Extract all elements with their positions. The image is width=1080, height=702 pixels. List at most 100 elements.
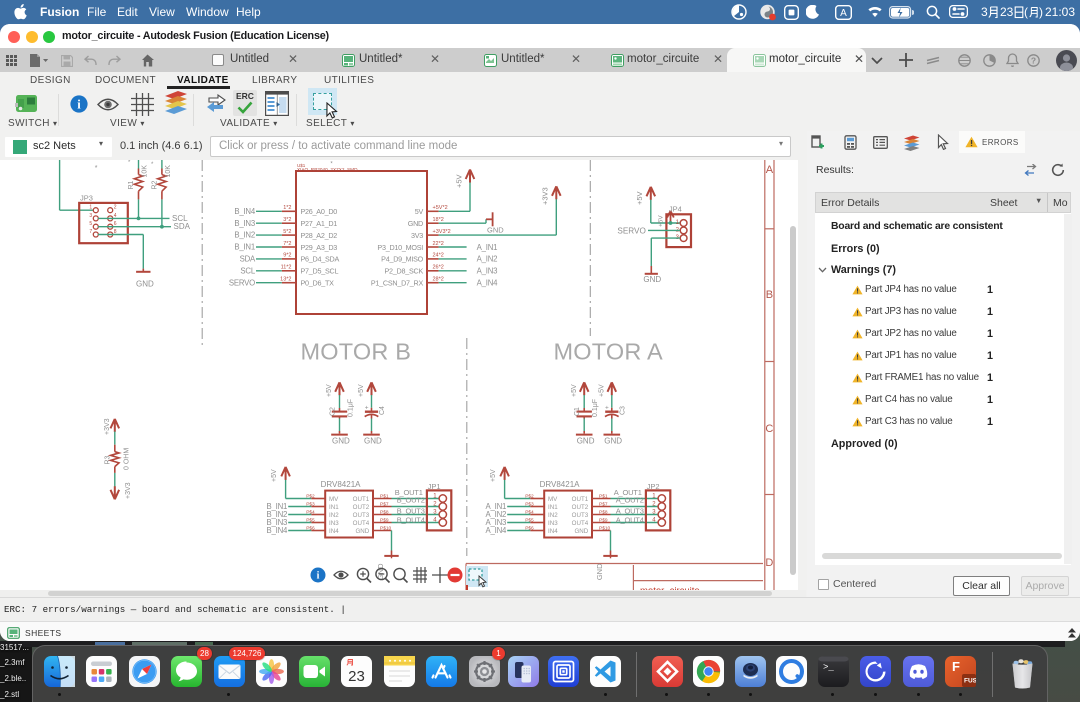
svg-text:B_IN1: B_IN1 [234,243,255,252]
svg-text:SDA: SDA [174,222,191,231]
svg-text:3*2: 3*2 [283,217,291,223]
svg-text:R3: R3 [104,455,111,464]
svg-text:OUT2: OUT2 [572,504,589,511]
svg-text:GND: GND [408,219,423,228]
svg-text:*: * [95,165,98,172]
svg-text:D: D [765,557,773,569]
svg-text:P$10: P$10 [380,525,392,531]
svg-text:P$1: P$1 [380,493,389,499]
svg-text:OUT4: OUT4 [572,520,589,527]
svg-text:B_OUT3: B_OUT3 [397,507,425,516]
svg-text:OUT3: OUT3 [353,512,370,519]
svg-text:GND: GND [332,437,350,446]
svg-text:MV: MV [548,496,558,503]
svg-text:B_OUT2: B_OUT2 [397,496,425,505]
svg-text:*: * [128,160,131,166]
svg-text:+3V3*2: +3V3*2 [433,229,451,235]
svg-text:1: 1 [89,205,92,211]
svg-text:24*2: 24*2 [433,253,444,259]
svg-text:i: i [317,571,320,582]
svg-text:R2: R2 [151,180,158,189]
svg-text:B_OUT4: B_OUT4 [397,515,425,524]
svg-text:?: ? [1031,55,1036,65]
svg-text:P$7: P$7 [380,501,389,507]
svg-text:FUS: FUS [964,678,976,685]
svg-text:P$7: P$7 [599,501,608,507]
svg-text:9*2: 9*2 [283,253,291,259]
svg-text:MV: MV [329,496,339,503]
svg-text:+5V: +5V [658,215,665,227]
svg-text:P7_D5_SCL: P7_D5_SCL [301,267,339,276]
svg-text:IN1: IN1 [548,504,558,511]
svg-text:B_IN4: B_IN4 [234,207,256,216]
svg-text:P$1: P$1 [599,493,608,499]
svg-text:GND: GND [364,437,382,446]
svg-text:P2_D8_SCK: P2_D8_SCK [384,267,423,276]
svg-text:C: C [765,423,773,435]
svg-text:A_IN2: A_IN2 [477,255,498,264]
svg-text:GND: GND [604,437,622,446]
svg-text:GND: GND [577,437,595,446]
svg-text:>_: >_ [823,663,834,673]
svg-text:3V3: 3V3 [411,231,423,240]
svg-text:P$8: P$8 [380,509,389,515]
svg-text:SCL: SCL [240,266,255,275]
svg-text:OUT1: OUT1 [353,496,370,503]
svg-text:A_IN3: A_IN3 [477,267,498,276]
svg-text:A: A [766,164,774,176]
svg-text:GND: GND [643,275,661,284]
svg-text:SERVO: SERVO [229,278,255,287]
svg-text:+5V: +5V [571,384,578,397]
svg-text:OUT2: OUT2 [353,504,370,511]
svg-text:A_IN1: A_IN1 [477,243,498,252]
svg-text:GND: GND [136,280,154,289]
svg-text:MOTOR B: MOTOR B [301,339,412,365]
svg-text:28*2: 28*2 [433,277,444,283]
svg-text:A_OUT4: A_OUT4 [616,515,644,524]
svg-text:JP4: JP4 [669,205,682,214]
svg-text:0.1μF: 0.1μF [592,399,599,417]
svg-text:26*2: 26*2 [433,265,444,271]
svg-text:18*2: 18*2 [433,217,444,223]
svg-text:0.1μF: 0.1μF [348,399,355,417]
svg-text:+5V: +5V [635,191,644,205]
svg-text:+3V3: +3V3 [541,187,550,205]
svg-text:10K: 10K [142,165,149,178]
svg-text:13*2: 13*2 [280,277,291,283]
svg-text:P4_D9_MISO: P4_D9_MISO [381,255,424,264]
svg-text:*: * [151,162,154,168]
svg-text:5V: 5V [415,207,424,216]
svg-text:SERVO: SERVO [617,227,646,236]
svg-text:GND: GND [487,226,504,235]
svg-text:B_IN4: B_IN4 [267,526,289,535]
svg-text:2: 2 [114,205,117,211]
svg-text:A: A [840,8,847,19]
svg-text:IN4: IN4 [329,528,339,535]
svg-text:P3_D10_MOSI: P3_D10_MOSI [377,243,423,252]
svg-text:OUT3: OUT3 [572,512,589,519]
svg-text:+5V: +5V [326,384,333,397]
svg-text:IN3: IN3 [548,520,558,527]
svg-text:JP3: JP3 [80,194,93,203]
svg-text:+5V: +5V [358,384,365,397]
svg-text:+3V3: +3V3 [104,418,111,435]
svg-text:P$9: P$9 [380,517,389,523]
svg-text:P$8: P$8 [599,509,608,515]
svg-text:+: + [365,405,369,412]
svg-text:B_IN3: B_IN3 [234,219,255,228]
svg-text:0 OHM: 0 OHM [123,448,130,470]
svg-text:+5V: +5V [599,384,606,397]
svg-text:MOTOR A: MOTOR A [554,339,663,365]
svg-text:F: F [952,659,960,674]
svg-text:7*2: 7*2 [283,241,291,247]
svg-text:DRV8421A: DRV8421A [321,480,362,489]
svg-text:P0_D6_TX: P0_D6_TX [301,279,335,288]
svg-text:11*2: 11*2 [281,265,292,271]
svg-text:C2: C2 [330,407,337,416]
svg-text:5: 5 [89,221,92,227]
svg-text:P27_A1_D1: P27_A1_D1 [301,219,338,228]
svg-text:IN2: IN2 [548,512,558,519]
svg-text:+5V*2: +5V*2 [433,205,448,211]
svg-text:A_OUT3: A_OUT3 [616,507,644,516]
svg-text:P26_A0_D0: P26_A0_D0 [301,207,338,216]
